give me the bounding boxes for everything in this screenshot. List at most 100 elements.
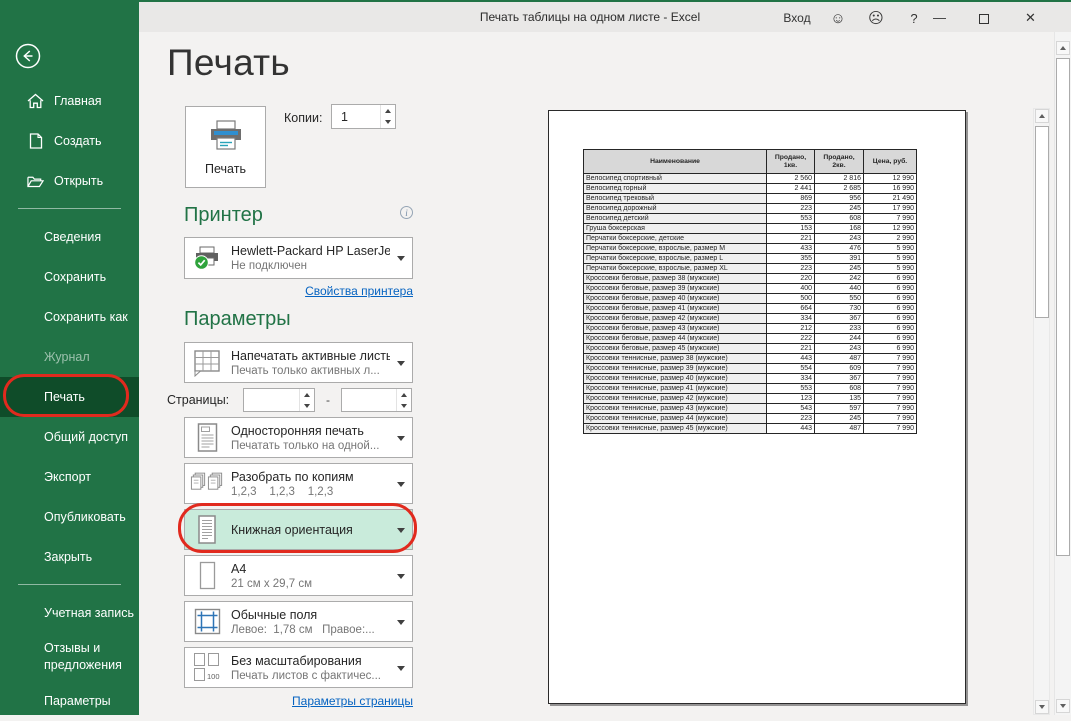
close-button[interactable]: ✕: [1025, 2, 1071, 34]
help-button[interactable]: ?: [895, 11, 933, 26]
pages-from-stepper[interactable]: [243, 388, 315, 412]
smiley-feedback-icon[interactable]: ☺: [819, 10, 857, 27]
printer-name: Hewlett-Packard HP LaserJe...: [231, 244, 390, 258]
info-icon[interactable]: i: [400, 206, 413, 219]
sidebar-item-label: Сведения: [44, 230, 101, 244]
scroll-down-button[interactable]: [1035, 700, 1049, 714]
pages-from-decrement-button[interactable]: [300, 400, 314, 411]
scroll-up-button[interactable]: [1035, 109, 1049, 123]
printer-properties-link[interactable]: Свойства принтера: [184, 284, 413, 298]
value-cell: 243: [815, 344, 864, 354]
open-folder-icon: [27, 174, 44, 188]
chevron-down-icon: [397, 436, 405, 445]
item-name-cell: Груша боксерская: [584, 224, 767, 234]
value-cell: 6 990: [864, 294, 917, 304]
setting-dropdown-a4[interactable]: A421 см x 29,7 см: [184, 555, 413, 596]
window-scrollbar[interactable]: [1054, 32, 1071, 715]
sidebar-item-параметры[interactable]: Параметры: [0, 681, 139, 721]
chevron-down-icon: [397, 528, 405, 537]
item-name-cell: Кроссовки беговые, размер 45 (мужские): [584, 344, 767, 354]
sidebar-item-сохранить-как[interactable]: Сохранить как: [0, 297, 139, 337]
sidebar-item-печать[interactable]: Печать: [0, 377, 139, 417]
scroll-down-button[interactable]: [1056, 699, 1070, 713]
pages-to-decrement-button[interactable]: [397, 400, 411, 411]
table-row: Кроссовки беговые, размер 40 (мужские)50…: [584, 294, 917, 304]
sidebar-item-сведения[interactable]: Сведения: [0, 217, 139, 257]
sidebar-item-опубликовать[interactable]: Опубликовать: [0, 497, 139, 537]
minimize-button[interactable]: —: [933, 2, 979, 34]
value-cell: 223: [767, 264, 815, 274]
pages-to-stepper[interactable]: [341, 388, 412, 412]
value-cell: 6 990: [864, 334, 917, 344]
scroll-thumb[interactable]: [1035, 126, 1049, 318]
sidebar-item-label: Общий доступ: [44, 430, 128, 444]
setting-dropdown-обычные-поля[interactable]: Обычные поляЛевое: 1,78 см Правое:...: [184, 601, 413, 642]
value-cell: 355: [767, 254, 815, 264]
value-cell: 443: [767, 424, 815, 434]
copies-stepper[interactable]: 1: [331, 104, 396, 129]
home-icon: [27, 93, 44, 109]
dropdown-title: Без масштабирования: [231, 654, 390, 668]
printer-dropdown[interactable]: Hewlett-Packard HP LaserJe... Не подключ…: [184, 237, 413, 279]
setting-dropdown-односторонняя-печать[interactable]: Односторонняя печатьПечатать только на о…: [184, 417, 413, 458]
print-preview-page: НаименованиеПродано, 1кв.Продано, 2кв.Це…: [548, 110, 966, 704]
table-row: Велосипед спортивный2 5602 81612 990: [584, 174, 917, 184]
copies-increment-button[interactable]: [381, 105, 395, 117]
preview-scrollbar[interactable]: [1033, 108, 1050, 715]
sidebar-item-label: Закрыть: [44, 550, 92, 564]
value-cell: 440: [815, 284, 864, 294]
sidebar-item-закрыть[interactable]: Закрыть: [0, 537, 139, 577]
pages-to-increment-button[interactable]: [397, 389, 411, 400]
dropdown-subtitle: Печатать только на одной...: [231, 440, 390, 452]
setting-dropdown-без-масштабирования[interactable]: 100Без масштабированияПечать листов с фа…: [184, 647, 413, 688]
setting-dropdown-напечатать-активные-листы[interactable]: Напечатать активные листыПечать только а…: [184, 342, 413, 383]
sidebar-item-label: Параметры: [44, 694, 111, 708]
sidebar-item-создать[interactable]: Создать: [0, 121, 139, 161]
value-cell: 220: [767, 274, 815, 284]
sidebar-item-отзывы-и-предложения[interactable]: Отзывы и предложения: [0, 633, 139, 681]
item-name-cell: Кроссовки беговые, размер 43 (мужские): [584, 324, 767, 334]
item-name-cell: Кроссовки теннисные, размер 40 (мужские): [584, 374, 767, 384]
sidebar-item-сохранить[interactable]: Сохранить: [0, 257, 139, 297]
value-cell: 500: [767, 294, 815, 304]
setting-dropdown-разобрать-по-копиям[interactable]: Разобрать по копиям1,2,3 1,2,3 1,2,3: [184, 463, 413, 504]
margins-icon: [190, 607, 224, 636]
sidebar-item-учетная-запись[interactable]: Учетная запись: [0, 593, 139, 633]
value-cell: 553: [767, 214, 815, 224]
table-row: Кроссовки беговые, размер 42 (мужские)33…: [584, 314, 917, 324]
print-button[interactable]: Печать: [185, 106, 266, 188]
dropdown-subtitle: Печать только активных л...: [231, 365, 390, 377]
value-cell: 6 990: [864, 344, 917, 354]
setting-dropdown-книжная-ориентация[interactable]: Книжная ориентация: [184, 509, 413, 550]
backstage-sidebar: ГлавнаяСоздать Открыть Сведения СохранитьС…: [0, 0, 139, 715]
value-cell: 608: [815, 384, 864, 394]
page-setup-link[interactable]: Параметры страницы: [184, 694, 413, 708]
value-cell: 222: [767, 334, 815, 344]
pages-from-increment-button[interactable]: [300, 389, 314, 400]
value-cell: 476: [815, 244, 864, 254]
copies-decrement-button[interactable]: [381, 117, 395, 129]
scroll-up-button[interactable]: [1056, 41, 1070, 55]
print-settings: Напечатать активные листыПечать только а…: [184, 342, 413, 693]
sidebar-item-общий-доступ[interactable]: Общий доступ: [0, 417, 139, 457]
value-cell: 956: [815, 194, 864, 204]
back-button[interactable]: [15, 43, 41, 69]
value-cell: 869: [767, 194, 815, 204]
sidebar-item-открыть[interactable]: Открыть: [0, 161, 139, 201]
sidebar-item-label: Учетная запись: [44, 606, 134, 620]
sign-in-button[interactable]: Вход: [775, 11, 819, 25]
sidebar-item-экспорт[interactable]: Экспорт: [0, 457, 139, 497]
dropdown-title: A4: [231, 562, 390, 576]
frown-feedback-icon[interactable]: ☹: [857, 9, 895, 27]
value-cell: 243: [815, 234, 864, 244]
maximize-button[interactable]: [979, 2, 1025, 34]
item-name-cell: Кроссовки теннисные, размер 45 (мужские): [584, 424, 767, 434]
value-cell: 554: [767, 364, 815, 374]
copies-label: Копии:: [284, 111, 322, 125]
value-cell: 730: [815, 304, 864, 314]
sidebar-item-label: Открыть: [54, 174, 103, 188]
value-cell: 223: [767, 414, 815, 424]
value-cell: 487: [815, 424, 864, 434]
sidebar-item-главная[interactable]: Главная: [0, 81, 139, 121]
scroll-thumb[interactable]: [1056, 58, 1070, 556]
